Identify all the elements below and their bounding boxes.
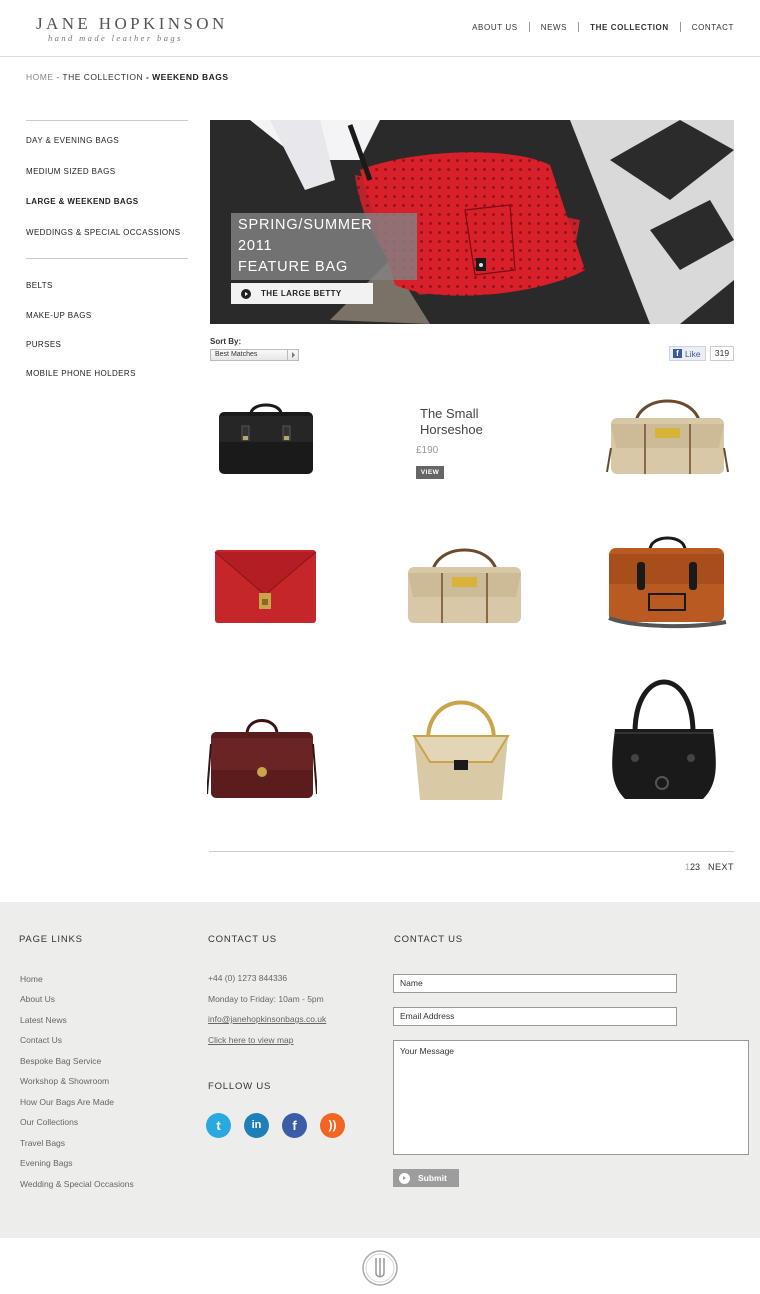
sidebar-nav: DAY & EVENING BAGS MEDIUM SIZED BAGS LAR…	[26, 120, 188, 378]
footer-page-links-heading: PAGE LINKS	[19, 934, 83, 945]
sort-select[interactable]: Best Matches	[210, 349, 299, 361]
footer-link-contact-us[interactable]: Contact Us	[20, 1035, 62, 1045]
sort-label: Sort By:	[210, 337, 242, 346]
sidebar-divider	[26, 258, 188, 259]
brand-name: JANE HOPKINSON	[36, 14, 228, 33]
product-name-line1: The Small	[420, 406, 479, 421]
feature-bag-button[interactable]: THE LARGE BETTY	[231, 283, 373, 304]
footer-map-link[interactable]: Click here to view map	[208, 1035, 294, 1045]
message-textarea[interactable]: Your Message	[393, 1040, 749, 1155]
footer-link-wedding[interactable]: Wedding & Special Occasions	[20, 1179, 134, 1189]
product-burgundy-satchel[interactable]	[207, 714, 317, 802]
footer-phone: +44 (0) 1273 844336	[208, 973, 288, 983]
product-cream-top-handle[interactable]	[406, 690, 516, 804]
footer-link-travel-bags[interactable]: Travel Bags	[20, 1138, 65, 1148]
product-image	[412, 700, 510, 800]
footer-link-workshop[interactable]: Workshop & Showroom	[20, 1076, 109, 1086]
nav-separator	[528, 22, 530, 32]
product-name[interactable]: The Small Horseshoe	[420, 406, 530, 438]
play-circle-icon	[241, 288, 251, 299]
next-page-link[interactable]: NEXT	[708, 862, 734, 872]
product-view-button[interactable]: VIEW	[416, 466, 444, 479]
product-image	[612, 679, 716, 799]
nav-news[interactable]: NEWS	[541, 23, 567, 32]
sidebar-item-make-up-bags[interactable]: MAKE-UP BAGS	[26, 311, 92, 320]
nav-about-us[interactable]: ABOUT US	[472, 23, 518, 32]
logo-monogram-icon	[361, 1249, 399, 1292]
site-footer: PAGE LINKS Home About Us Latest News Con…	[0, 902, 760, 1238]
nav-the-collection[interactable]: THE COLLECTION	[590, 23, 669, 32]
facebook-like-button[interactable]: f Like	[669, 346, 706, 361]
footer-link-bespoke[interactable]: Bespoke Bag Service	[20, 1056, 101, 1066]
footer-contact-heading: CONTACT US	[208, 934, 277, 945]
submit-button-label: Submit	[418, 1173, 447, 1183]
product-black-satchel[interactable]	[216, 400, 316, 478]
footer-link-latest-news[interactable]: Latest News	[20, 1015, 67, 1025]
rss-icon[interactable]: ))	[320, 1113, 345, 1138]
linkedin-icon[interactable]: in	[244, 1113, 269, 1138]
email-field[interactable]: Email Address	[393, 1007, 677, 1026]
footer-email-link[interactable]: info@janehopkinsonbags.co.uk	[208, 1014, 326, 1024]
product-image	[214, 550, 317, 623]
product-name-line2: Horseshoe	[420, 422, 483, 437]
facebook-icon[interactable]: f	[282, 1113, 307, 1138]
sidebar-item-purses[interactable]: PURSES	[26, 340, 61, 349]
sidebar-item-belts[interactable]: BELTS	[26, 281, 53, 290]
footer-link-home[interactable]: Home	[20, 974, 43, 984]
product-tan-satchel[interactable]	[605, 532, 730, 632]
breadcrumb-home[interactable]: HOME	[26, 72, 54, 82]
facebook-icon: f	[673, 349, 682, 358]
page-link[interactable]: 3	[695, 862, 700, 872]
feature-banner[interactable]: SPRING/SUMMER 2011 FEATURE BAG THE LARGE…	[210, 120, 734, 324]
sidebar-item-mobile-phone-holders[interactable]: MOBILE PHONE HOLDERS	[26, 369, 136, 378]
nav-separator	[679, 22, 681, 32]
brand-tagline: hand made leather bags	[48, 33, 183, 43]
breadcrumb: HOME - THE COLLECTION - WEEKEND BAGS	[26, 72, 229, 82]
footer-link-about-us[interactable]: About Us	[20, 994, 55, 1004]
feature-title: SPRING/SUMMER 2011 FEATURE BAG	[231, 213, 417, 280]
product-image	[606, 399, 729, 474]
footer-follow-heading: FOLLOW US	[208, 1081, 272, 1092]
product-price: £190	[416, 445, 439, 456]
product-image	[408, 548, 521, 623]
site-header: JANE HOPKINSON hand made leather bags AB…	[0, 0, 760, 57]
feature-bag-button-label: THE LARGE BETTY	[261, 289, 342, 298]
sidebar-item-weddings-special-occasions[interactable]: WEDDINGS & SPECIAL OCCASSIONS	[26, 228, 180, 237]
product-image	[219, 403, 313, 474]
name-field[interactable]: Name	[393, 974, 677, 993]
sidebar-item-large-weekend-bags[interactable]: LARGE & WEEKEND BAGS	[26, 197, 138, 206]
feature-title-line1: SPRING/SUMMER 2011	[238, 217, 373, 254]
grid-divider	[209, 851, 734, 852]
footer-hours: Monday to Friday: 10am - 5pm	[208, 994, 324, 1004]
footer-link-how-made[interactable]: How Our Bags Are Made	[20, 1097, 114, 1107]
footer-link-collections[interactable]: Our Collections	[20, 1117, 78, 1127]
breadcrumb-collection[interactable]: THE COLLECTION	[62, 72, 143, 82]
twitter-icon[interactable]: t	[206, 1113, 231, 1138]
product-image	[207, 719, 317, 798]
play-circle-icon	[399, 1172, 410, 1184]
like-count: 319	[710, 346, 734, 361]
product-cream-horseshoe-large[interactable]	[402, 537, 527, 629]
sidebar-item-medium-sized-bags[interactable]: MEDIUM SIZED BAGS	[26, 167, 115, 176]
footer-contact-form-heading: CONTACT US	[394, 934, 463, 945]
sort-selected-value: Best Matches	[215, 351, 258, 358]
product-red-clutch[interactable]	[213, 547, 318, 625]
chevron-right-icon	[287, 350, 298, 360]
submit-button[interactable]: Submit	[393, 1169, 459, 1187]
nav-separator	[578, 22, 580, 32]
sidebar-item-day-evening-bags[interactable]: DAY & EVENING BAGS	[26, 136, 119, 145]
product-cream-horseshoe[interactable]	[605, 388, 730, 480]
product-image	[608, 536, 727, 629]
breadcrumb-separator: -	[143, 72, 153, 82]
footer-link-evening-bags[interactable]: Evening Bags	[20, 1158, 72, 1168]
breadcrumb-current: WEEKEND BAGS	[152, 72, 229, 82]
site-logo[interactable]: JANE HOPKINSON hand made leather bags	[36, 14, 228, 44]
pagination: 1 2 3 NEXT	[683, 862, 734, 872]
like-label: Like	[685, 348, 701, 359]
feature-title-line2: FEATURE BAG	[238, 259, 349, 275]
top-nav: ABOUT US NEWS THE COLLECTION CONTACT	[472, 22, 734, 32]
nav-contact[interactable]: CONTACT	[692, 23, 734, 32]
product-black-shoulder-bag[interactable]	[605, 673, 723, 803]
